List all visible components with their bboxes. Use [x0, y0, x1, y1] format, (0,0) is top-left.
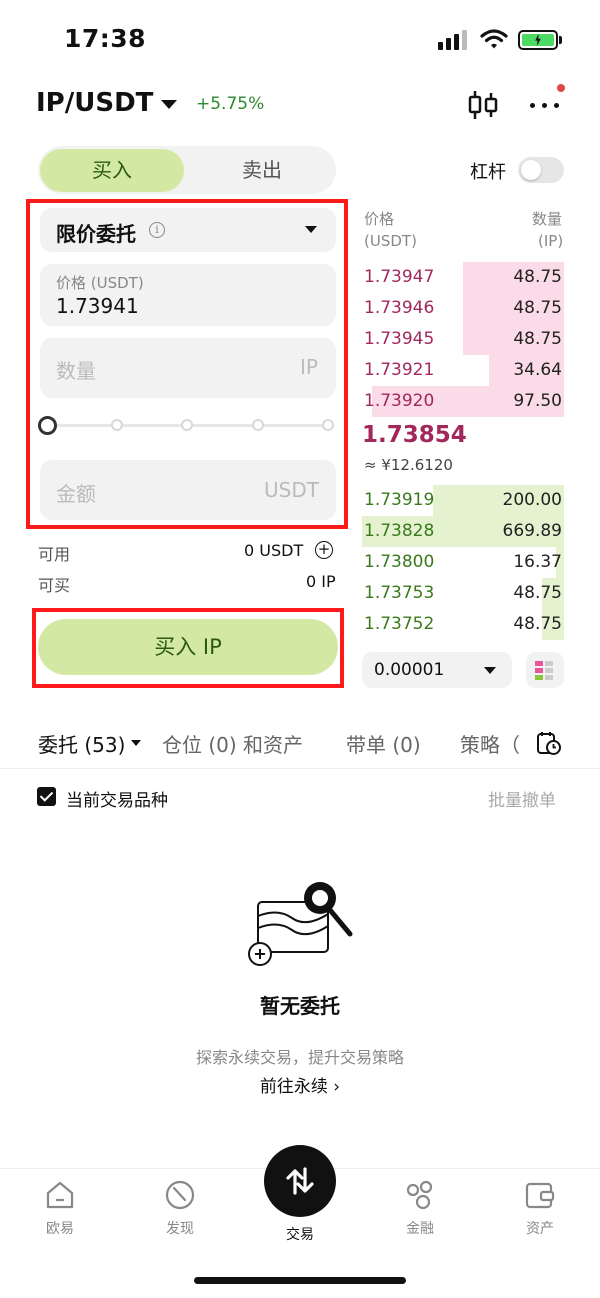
ask-qty: 34.64: [513, 360, 562, 380]
tab-sell[interactable]: 卖出: [190, 149, 334, 192]
bid-qty: 48.75: [513, 583, 562, 603]
chevron-down-icon[interactable]: [161, 100, 177, 109]
kline-icon[interactable]: [466, 89, 500, 121]
empty-title: 暂无委托: [260, 994, 340, 1018]
bid-qty: 16.37: [513, 552, 562, 572]
pair-title[interactable]: IP/USDT: [36, 88, 153, 118]
tab-orders[interactable]: 委托 (53): [38, 729, 125, 758]
notification-dot: [557, 84, 565, 92]
ask-price: 1.73946: [364, 298, 435, 318]
batch-cancel-button[interactable]: 批量撤单: [488, 786, 556, 811]
can-buy-label: 可买: [38, 576, 71, 595]
leverage-label: 杠杆: [470, 162, 506, 183]
nav-finance-label: 金融: [406, 1221, 434, 1237]
bid-price: 1.73752: [364, 614, 435, 634]
ob-price-header: 价格: [364, 210, 395, 228]
price-change: +5.75%: [196, 94, 265, 114]
nav-discover-label: 发现: [166, 1221, 194, 1237]
nav-home-label: 欧易: [46, 1221, 74, 1237]
empty-description: 探索永续交易，提升交易策略: [195, 1048, 404, 1067]
bid-price: 1.73800: [364, 552, 435, 572]
ask-price: 1.73920: [364, 391, 435, 411]
bid-row[interactable]: 1.73800 16.37: [362, 547, 564, 578]
status-time: 17:38: [64, 24, 147, 53]
nav-finance[interactable]: 金融: [380, 1178, 460, 1238]
tab-buy[interactable]: 买入: [40, 149, 184, 192]
leverage-toggle[interactable]: [518, 157, 564, 183]
tab-strategy[interactable]: 策略（: [460, 729, 520, 758]
ask-qty: 48.75: [513, 298, 562, 318]
layout-icon[interactable]: [526, 652, 564, 688]
tab-positions[interactable]: 仓位 (0) 和资产: [162, 729, 303, 758]
wallet-icon: [525, 1182, 555, 1209]
nav-trade[interactable]: [264, 1145, 336, 1217]
ask-qty: 48.75: [513, 267, 562, 287]
battery-icon: [518, 30, 558, 50]
ask-qty: 97.50: [513, 391, 562, 411]
ask-row[interactable]: 1.73945 48.75: [362, 324, 564, 355]
ask-price: 1.73945: [364, 329, 435, 349]
empty-orders-icon: [248, 882, 353, 966]
bid-row[interactable]: 1.73828 669.89: [362, 516, 564, 547]
bid-qty: 200.00: [502, 490, 562, 510]
precision-value: 0.00001: [374, 660, 445, 680]
available-label: 可用: [38, 545, 71, 564]
nav-assets-label: 资产: [526, 1221, 554, 1237]
signal-icon: [438, 30, 468, 50]
battery-tip: [559, 36, 562, 44]
trade-icon: [286, 1167, 314, 1195]
bid-qty: 669.89: [502, 521, 562, 541]
finance-icon: [406, 1180, 433, 1210]
history-icon[interactable]: [536, 730, 562, 756]
ob-price-unit: (USDT): [364, 232, 417, 250]
chevron-down-icon[interactable]: [484, 667, 496, 674]
ask-row[interactable]: 1.73947 48.75: [362, 262, 564, 293]
mid-price: 1.73854: [362, 422, 467, 448]
ob-qty-unit: (IP): [538, 232, 564, 250]
bid-price: 1.73919: [364, 490, 435, 510]
can-buy-value: 0 IP: [306, 572, 336, 591]
ask-qty: 48.75: [513, 329, 562, 349]
nav-trade-label: 交易: [286, 1227, 314, 1243]
ob-qty-header: 数量: [532, 210, 563, 228]
ask-price: 1.73921: [364, 360, 435, 380]
mid-price-cny: ≈ ¥12.6120: [364, 456, 453, 474]
current-pair-checkbox[interactable]: [37, 787, 56, 806]
bid-row[interactable]: 1.73919 200.00: [362, 485, 564, 516]
nav-assets[interactable]: 资产: [500, 1178, 580, 1238]
nav-discover[interactable]: 发现: [140, 1178, 220, 1238]
home-icon: [46, 1181, 74, 1209]
wifi-icon: [480, 29, 508, 49]
bid-price: 1.73828: [364, 521, 435, 541]
highlight-order-form: [26, 199, 348, 529]
bid-row[interactable]: 1.73753 48.75: [362, 578, 564, 609]
ask-row[interactable]: 1.73921 34.64: [362, 355, 564, 386]
go-perpetual-link[interactable]: 前往永续 ›: [0, 1072, 600, 1097]
bid-row[interactable]: 1.73752 48.75: [362, 609, 564, 640]
chevron-down-icon[interactable]: [131, 740, 141, 746]
ask-row[interactable]: 1.73946 48.75: [362, 293, 564, 324]
highlight-buy-button: [32, 608, 344, 688]
divider: [0, 768, 600, 769]
home-indicator: [194, 1277, 406, 1284]
discover-icon: [165, 1180, 195, 1210]
ask-price: 1.73947: [364, 267, 435, 287]
tab-copy-orders[interactable]: 带单 (0): [346, 729, 421, 758]
plus-circle-icon[interactable]: +: [315, 541, 333, 559]
current-pair-label[interactable]: 当前交易品种: [66, 786, 168, 811]
more-icon[interactable]: [528, 100, 562, 110]
nav-home[interactable]: 欧易: [20, 1178, 100, 1238]
ask-row[interactable]: 1.73920 97.50: [362, 386, 564, 417]
available-value: 0 USDT: [244, 541, 304, 560]
bid-qty: 48.75: [513, 614, 562, 634]
bid-price: 1.73753: [364, 583, 435, 603]
